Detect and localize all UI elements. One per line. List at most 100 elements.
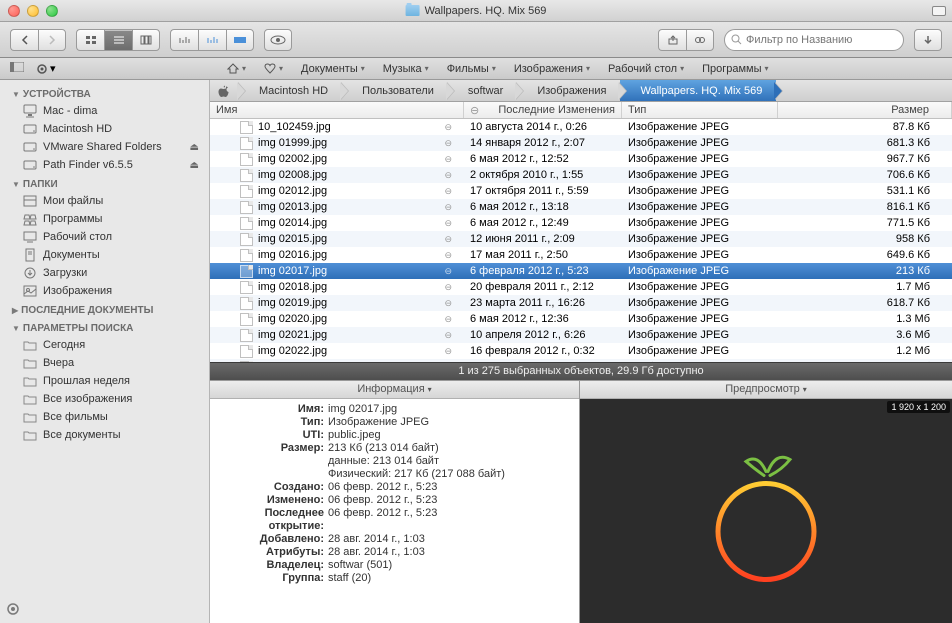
sidebar-item[interactable]: Изображения xyxy=(0,282,209,300)
sidebar-item[interactable]: Загрузки xyxy=(0,264,209,282)
heart-icon xyxy=(264,63,276,74)
path-segment[interactable]: Изображения xyxy=(517,80,620,102)
imac-icon xyxy=(22,104,38,118)
sidebar-item[interactable]: Все изображения xyxy=(0,390,209,408)
file-row[interactable]: img 02012.jpg⊖17 октября 2011 г., 5:59Из… xyxy=(210,183,952,199)
folder-icon xyxy=(22,338,38,352)
file-row[interactable]: img 02002.jpg⊖6 мая 2012 г., 12:52Изобра… xyxy=(210,151,952,167)
sidebar-item[interactable]: Мои файлы xyxy=(0,192,209,210)
file-row[interactable]: img 02014.jpg⊖6 мая 2012 г., 12:49Изобра… xyxy=(210,215,952,231)
file-row[interactable]: img 02008.jpg⊖2 октября 2010 г., 1:55Изо… xyxy=(210,167,952,183)
tag-button[interactable] xyxy=(686,29,714,51)
search-input[interactable] xyxy=(746,34,897,46)
sidebar-item[interactable]: Все документы xyxy=(0,426,209,444)
info-row: Имя:img 02017.jpg xyxy=(210,403,579,416)
file-row[interactable]: 10_102459.jpg⊖10 августа 2014 г., 0:26Из… xyxy=(210,119,952,135)
file-row[interactable]: img 02018.jpg⊖20 февраля 2011 г., 2:12Из… xyxy=(210,279,952,295)
view-column-button[interactable] xyxy=(132,29,160,51)
zoom-button[interactable] xyxy=(46,5,58,17)
sidebar: ▼ УСТРОЙСТВАMac - dimaMacintosh HDVMware… xyxy=(0,80,210,623)
menu-Программы[interactable]: Программы ▾ xyxy=(693,61,777,77)
folder-icon xyxy=(22,374,38,388)
path-segment[interactable]: Wallpapers. HQ. Mix 569 xyxy=(620,80,776,102)
column-size[interactable]: Размер xyxy=(778,102,952,118)
sidebar-item[interactable]: Вчера xyxy=(0,354,209,372)
share-button[interactable] xyxy=(658,29,686,51)
info-pane: Информация ▾ Имя:img 02017.jpgТип:Изобра… xyxy=(210,381,580,623)
sidebar-icon[interactable] xyxy=(10,62,24,75)
toolbar-toggle-button[interactable] xyxy=(932,6,946,16)
download-button[interactable] xyxy=(914,29,942,51)
eject-icon[interactable]: ⏏ xyxy=(190,142,199,153)
view-group xyxy=(76,29,160,51)
folder-icon xyxy=(22,410,38,424)
info-row: Изменено:06 февр. 2012 г., 5:23 xyxy=(210,494,579,507)
menu-Документы[interactable]: Документы ▾ xyxy=(292,61,374,77)
sidebar-section[interactable]: ▶ ПОСЛЕДНИЕ ДОКУМЕНТЫ xyxy=(0,300,209,318)
images-icon xyxy=(22,284,38,298)
folder-icon xyxy=(22,392,38,406)
gear-icon[interactable]: ▾ xyxy=(36,62,56,75)
path-apple[interactable] xyxy=(210,80,239,102)
info-row: Физический: 217 Кб (217 088 байт) xyxy=(210,468,579,481)
file-row[interactable]: img 01999.jpg⊖14 января 2012 г., 2:07Изо… xyxy=(210,135,952,151)
sidebar-item[interactable]: VMware Shared Folders⏏ xyxy=(0,138,209,156)
column-name[interactable]: Имя xyxy=(210,102,464,118)
menu-Фильмы[interactable]: Фильмы ▾ xyxy=(438,61,505,77)
sidebar-item[interactable]: Рабочий стол xyxy=(0,228,209,246)
sidebar-item[interactable]: Все фильмы xyxy=(0,408,209,426)
file-row[interactable]: img 02015.jpg⊖12 июня 2011 г., 2:09Изобр… xyxy=(210,231,952,247)
quicklook-button[interactable] xyxy=(264,29,292,51)
file-icon xyxy=(240,265,253,278)
sidebar-section[interactable]: ▼ ПАПКИ xyxy=(0,174,209,192)
file-row[interactable]: img 02013.jpg⊖6 мая 2012 г., 13:18Изобра… xyxy=(210,199,952,215)
preview-image[interactable]: 1 920 x 1 200 xyxy=(580,399,952,623)
path-segment[interactable]: softwar xyxy=(448,80,517,102)
file-row[interactable]: img 02017.jpg⊖6 февраля 2012 г., 5:23Изо… xyxy=(210,263,952,279)
desktop-icon xyxy=(22,230,38,244)
back-button[interactable] xyxy=(10,29,38,51)
file-list[interactable]: 10_102459.jpg⊖10 августа 2014 г., 0:26Из… xyxy=(210,119,952,362)
hdd-icon xyxy=(22,158,38,172)
arrange-2-button[interactable] xyxy=(198,29,226,51)
home-menu[interactable]: ▾ xyxy=(218,61,255,76)
sidebar-item[interactable]: Сегодня xyxy=(0,336,209,354)
sidebar-section[interactable]: ▼ УСТРОЙСТВА xyxy=(0,84,209,102)
close-button[interactable] xyxy=(8,5,20,17)
file-row[interactable]: img 02021.jpg⊖10 апреля 2012 г., 6:26Изо… xyxy=(210,327,952,343)
menu-Изображения[interactable]: Изображения ▾ xyxy=(505,61,599,77)
view-icon-button[interactable] xyxy=(76,29,104,51)
favorites-menu[interactable]: ▾ xyxy=(255,61,292,76)
menu-Рабочий стол[interactable]: Рабочий стол ▾ xyxy=(599,61,693,77)
window-title: Wallpapers. HQ. Mix 569 xyxy=(406,5,547,17)
sidebar-item[interactable]: Mac - dima xyxy=(0,102,209,120)
path-segment[interactable]: Пользователи xyxy=(342,80,448,102)
file-row[interactable]: img 02020.jpg⊖6 мая 2012 г., 12:36Изобра… xyxy=(210,311,952,327)
path-segment[interactable]: Macintosh HD xyxy=(239,80,342,102)
sidebar-section[interactable]: ▼ ПАРАМЕТРЫ ПОИСКА xyxy=(0,318,209,336)
sidebar-item[interactable]: Macintosh HD xyxy=(0,120,209,138)
minimize-button[interactable] xyxy=(27,5,39,17)
column-type[interactable]: Тип xyxy=(622,102,778,118)
hdd-icon xyxy=(22,122,38,136)
preview-pane: Предпросмотр ▾ 1 920 x 1 200 xyxy=(580,381,952,623)
sidebar-item[interactable]: Документы xyxy=(0,246,209,264)
search-field[interactable] xyxy=(724,29,904,51)
settings-icon[interactable] xyxy=(6,602,20,619)
column-date[interactable]: ⊖Последние Изменения xyxy=(464,102,622,118)
menubar: ▾ ▾ ▾ Документы ▾Музыка ▾Фильмы ▾Изображ… xyxy=(0,58,952,80)
file-row[interactable]: img 02022.jpg⊖16 февраля 2012 г., 0:32Из… xyxy=(210,343,952,359)
view-list-button[interactable] xyxy=(104,29,132,51)
eject-icon[interactable]: ⏏ xyxy=(190,160,199,171)
home-icon xyxy=(227,63,239,74)
file-icon xyxy=(240,345,253,358)
file-row[interactable]: img 02016.jpg⊖17 мая 2011 г., 2:50Изобра… xyxy=(210,247,952,263)
sidebar-item[interactable]: Прошлая неделя xyxy=(0,372,209,390)
arrange-3-button[interactable] xyxy=(226,29,254,51)
sidebar-item[interactable]: Программы xyxy=(0,210,209,228)
forward-button[interactable] xyxy=(38,29,66,51)
arrange-1-button[interactable] xyxy=(170,29,198,51)
menu-Музыка[interactable]: Музыка ▾ xyxy=(374,61,438,77)
file-row[interactable]: img 02019.jpg⊖23 марта 2011 г., 16:26Изо… xyxy=(210,295,952,311)
sidebar-item[interactable]: Path Finder v6.5.5⏏ xyxy=(0,156,209,174)
